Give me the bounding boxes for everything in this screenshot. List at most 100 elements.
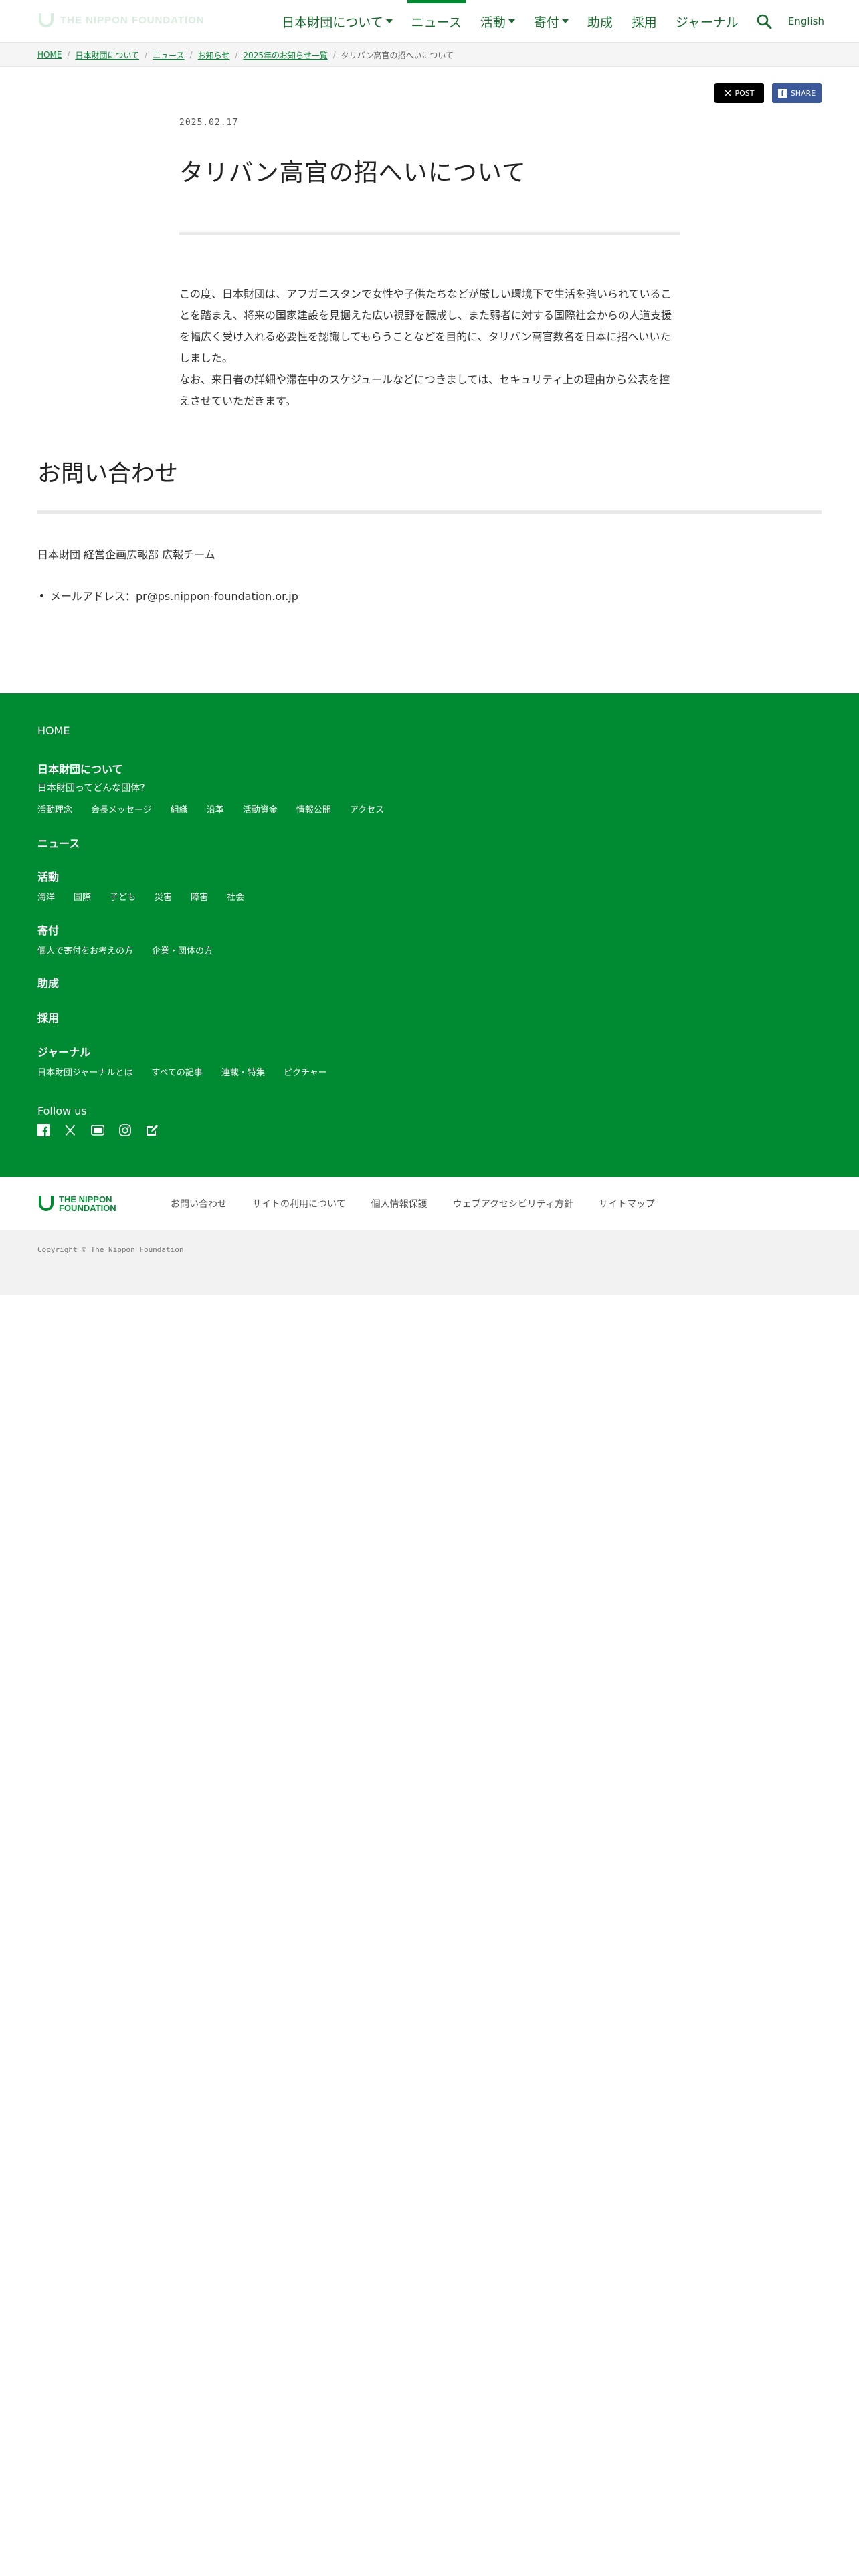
copyright-bar: Copyright © The Nippon Foundation — [0, 1230, 859, 1295]
footer-link-accessibility[interactable]: ウェブアクセシビリティ方針 — [453, 1197, 573, 1210]
nav-label-activities: 活動 — [480, 15, 506, 30]
nav-label-about: 日本財団について — [282, 15, 383, 30]
post-label: POST — [735, 88, 755, 98]
nav-item-donate[interactable]: 寄付 — [524, 0, 578, 43]
nav-label-donate: 寄付 — [533, 15, 559, 30]
contact-email-item: メールアドレス：pr@ps.nippon-foundation.or.jp — [37, 587, 822, 603]
nippon-foundation-logo-icon — [39, 13, 54, 27]
nav-item-recruit[interactable]: 採用 — [622, 0, 666, 43]
footer-heading-about[interactable]: 日本財団について — [37, 760, 123, 776]
x-icon[interactable] — [64, 1124, 76, 1139]
search-icon — [757, 14, 772, 29]
footer-heading-news[interactable]: ニュース — [37, 835, 80, 851]
footer-link[interactable]: 連載・特集 — [221, 1065, 265, 1078]
facebook-icon[interactable] — [37, 1124, 50, 1139]
search-button[interactable] — [748, 0, 780, 43]
copyright-text: Copyright © The Nippon Foundation — [37, 1245, 184, 1254]
x-logo-icon — [725, 90, 731, 96]
footer-link[interactable]: 災害 — [155, 890, 172, 903]
footer-link[interactable]: 組織 — [171, 802, 188, 815]
breadcrumb-home[interactable]: HOME — [37, 50, 62, 60]
footer-link[interactable]: 国際 — [74, 890, 91, 903]
facebook-share-button[interactable]: f SHARE — [772, 83, 822, 103]
footer-logo[interactable]: THE NIPPON FOUNDATION — [37, 1194, 116, 1213]
article-paragraph: なお、来日者の詳細や滞在中のスケジュールなどにつきましては、セキュリティ上の理由… — [179, 373, 670, 407]
footer-link[interactable]: 活動資金 — [243, 802, 278, 815]
footer-link[interactable]: 活動理念 — [37, 802, 72, 815]
footer-link[interactable]: 海洋 — [37, 890, 55, 903]
footer-heading-journal[interactable]: ジャーナル — [37, 1043, 90, 1059]
footer-heading-recruit[interactable]: 採用 — [37, 1009, 59, 1025]
share-buttons: POST f SHARE — [714, 83, 822, 103]
breadcrumb-separator: / — [332, 50, 336, 60]
breadcrumb-news[interactable]: ニュース — [153, 49, 184, 61]
language-switch-english[interactable]: English — [780, 0, 832, 43]
footer-link-terms[interactable]: サイトの利用について — [252, 1197, 346, 1210]
footer-heading-grants[interactable]: 助成 — [37, 974, 59, 990]
nav-item-activities[interactable]: 活動 — [471, 0, 524, 43]
breadcrumb-separator: / — [67, 50, 70, 60]
breadcrumb-notices-2025[interactable]: 2025年のお知らせ一覧 — [243, 49, 327, 61]
x-post-button[interactable]: POST — [714, 83, 764, 103]
page-title: タリバン高官の招へいについて — [179, 159, 527, 187]
footer-link[interactable]: アクセス — [350, 802, 384, 815]
footer-link[interactable]: 企業・団体の方 — [152, 944, 213, 956]
footer-link[interactable]: 個人で寄付をお考えの方 — [37, 944, 133, 956]
footer-link-about-intro[interactable]: 日本財団ってどんな団体? — [37, 781, 145, 794]
nav-label-recruit: 採用 — [631, 15, 657, 30]
breadcrumb-about[interactable]: 日本財団について — [75, 49, 139, 61]
site-logo[interactable]: THE NIPPON FOUNDATION — [37, 11, 205, 29]
facebook-icon: f — [777, 88, 787, 98]
footer-utility-links: お問い合わせ サイトの利用について 個人情報保護 ウェブアクセシビリティ方針 サ… — [171, 1177, 655, 1230]
follow-us-label: Follow us — [37, 1105, 87, 1117]
footer-link-contact[interactable]: お問い合わせ — [171, 1197, 227, 1210]
footer-link-privacy[interactable]: 個人情報保護 — [371, 1197, 427, 1210]
article: 2025.02.17 タリバン高官の招へいについて この度、日本財団は、アフガニ… — [179, 118, 680, 412]
breadcrumb-separator: / — [145, 50, 148, 60]
bullet-icon — [40, 593, 43, 597]
breadcrumb-bar: HOME / 日本財団について / ニュース / お知らせ / 2025年のお知… — [0, 43, 859, 67]
contact-team: 日本財団 経営企画広報部 広報チーム — [37, 548, 215, 561]
footer-heading-activities[interactable]: 活動 — [37, 868, 59, 884]
footer-link[interactable]: 障害 — [191, 890, 208, 903]
footer-link[interactable]: 日本財団ジャーナルとは — [37, 1065, 132, 1078]
chevron-down-icon — [561, 19, 569, 23]
footer-sitemap: HOME 日本財団について 日本財団ってどんな団体? 活動理念 会長メッセージ … — [0, 693, 859, 1177]
footer-journal-links: 日本財団ジャーナルとは すべての記事 連載・特集 ピクチャー — [37, 1065, 327, 1078]
nippon-foundation-logo-icon — [39, 1196, 54, 1211]
nav-item-journal[interactable]: ジャーナル — [666, 0, 748, 43]
footer-logo-line2: FOUNDATION — [59, 1203, 116, 1213]
site-header: THE NIPPON FOUNDATION 日本財団について ニュース 活動 寄… — [0, 0, 859, 43]
chevron-down-icon — [508, 19, 515, 23]
footer-link[interactable]: 社会 — [227, 890, 244, 903]
footer-link[interactable]: 子ども — [110, 890, 136, 903]
nav-item-news[interactable]: ニュース — [402, 0, 471, 43]
youtube-icon[interactable] — [90, 1125, 105, 1138]
footer-logo-text: THE NIPPON FOUNDATION — [59, 1195, 116, 1212]
breadcrumb-current: タリバン高官の招へいについて — [341, 50, 454, 60]
footer-link[interactable]: すべての記事 — [151, 1065, 203, 1078]
footer-bottom-bar: THE NIPPON FOUNDATION お問い合わせ サイトの利用について … — [0, 1177, 859, 1230]
chevron-down-icon — [385, 19, 393, 23]
footer-link[interactable]: 沿革 — [207, 802, 224, 815]
footer-link-home[interactable]: HOME — [37, 724, 70, 737]
instagram-icon[interactable] — [119, 1124, 131, 1139]
footer-link-sitemap[interactable]: サイトマップ — [599, 1197, 655, 1210]
nav-item-grants[interactable]: 助成 — [578, 0, 622, 43]
footer-donate-links: 個人で寄付をお考えの方 企業・団体の方 — [37, 944, 213, 956]
contact-section: お問い合わせ 日本財団 経営企画広報部 広報チーム メールアドレス：pr@ps.… — [37, 455, 822, 603]
footer-link[interactable]: ピクチャー — [284, 1065, 327, 1078]
footer-heading-donate[interactable]: 寄付 — [37, 922, 59, 938]
footer-about-links: 活動理念 会長メッセージ 組織 沿革 活動資金 情報公開 アクセス — [37, 802, 384, 815]
footer-link[interactable]: 会長メッセージ — [91, 802, 152, 815]
breadcrumb-notices[interactable]: お知らせ — [198, 49, 230, 61]
social-links — [37, 1124, 158, 1139]
contact-divider — [37, 510, 822, 514]
note-icon[interactable] — [146, 1124, 158, 1139]
contact-email: メールアドレス：pr@ps.nippon-foundation.or.jp — [50, 590, 298, 603]
article-paragraph: この度、日本財団は、アフガニスタンで女性や子供たちなどが厳しい環境下で生活を強い… — [179, 288, 672, 364]
share-label: SHARE — [790, 88, 816, 98]
footer-link[interactable]: 情報公開 — [296, 802, 331, 815]
nav-item-about[interactable]: 日本財団について — [272, 0, 401, 43]
breadcrumb: HOME / 日本財団について / ニュース / お知らせ / 2025年のお知… — [37, 43, 454, 67]
